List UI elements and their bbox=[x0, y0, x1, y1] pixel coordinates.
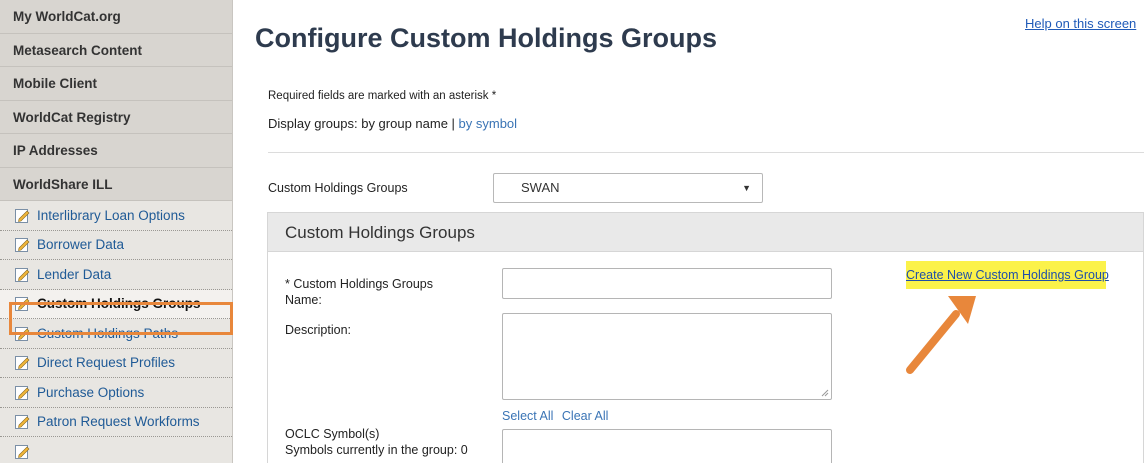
by-symbol-link[interactable]: by symbol bbox=[459, 116, 518, 131]
sidebar: My WorldCat.org Metasearch Content Mobil… bbox=[0, 0, 233, 463]
display-groups-toggle: Display groups: by group name | by symbo… bbox=[268, 116, 517, 131]
sidebar-item-lender-data[interactable]: Lender Data bbox=[0, 260, 232, 290]
edit-icon bbox=[15, 415, 30, 430]
edit-icon bbox=[15, 356, 30, 371]
description-textarea[interactable] bbox=[502, 313, 832, 400]
group-name-label: * Custom Holdings Groups Name: bbox=[285, 277, 433, 307]
sidebar-item-label: Patron Request Workforms bbox=[37, 414, 200, 430]
clear-all-link[interactable]: Clear All bbox=[562, 409, 609, 423]
divider bbox=[268, 152, 1144, 153]
sidebar-item-label: Lender Data bbox=[37, 266, 112, 282]
panel-title: Custom Holdings Groups bbox=[268, 213, 1143, 252]
edit-icon bbox=[15, 238, 30, 253]
custom-holdings-groups-label: Custom Holdings Groups bbox=[268, 181, 408, 195]
required-fields-note: Required fields are marked with an aster… bbox=[268, 90, 497, 102]
sidebar-section-ip-addresses[interactable]: IP Addresses bbox=[0, 134, 232, 168]
sidebar-item-patron-request-workforms[interactable]: Patron Request Workforms bbox=[0, 407, 232, 437]
edit-icon bbox=[15, 267, 30, 282]
sidebar-item-custom-holdings-groups[interactable]: Custom Holdings Groups bbox=[0, 289, 232, 319]
sidebar-section-worldcat-registry[interactable]: WorldCat Registry bbox=[0, 100, 232, 134]
edit-icon bbox=[15, 444, 30, 459]
create-new-group-link[interactable]: Create New Custom Holdings Group bbox=[906, 261, 1109, 289]
oclc-symbols-list[interactable] bbox=[502, 429, 832, 463]
caret-down-icon: ▼ bbox=[742, 183, 751, 193]
edit-icon bbox=[15, 326, 30, 341]
selected-value: SWAN bbox=[521, 180, 560, 195]
sidebar-item-borrower-data[interactable]: Borrower Data bbox=[0, 230, 232, 260]
sidebar-item-label: Interlibrary Loan Options bbox=[37, 207, 185, 223]
sidebar-item-label: Custom Holdings Groups bbox=[37, 296, 201, 312]
description-label: Description: bbox=[285, 323, 351, 337]
main-content: Configure Custom Holdings Groups Help on… bbox=[234, 0, 1144, 463]
sidebar-item-partial[interactable] bbox=[0, 437, 232, 463]
oclc-symbols-label: OCLC Symbol(s) Symbols currently in the … bbox=[285, 427, 468, 457]
sidebar-section-metasearch-content[interactable]: Metasearch Content bbox=[0, 33, 232, 67]
sidebar-item-label: Purchase Options bbox=[37, 384, 145, 400]
sidebar-item-interlibrary-loan-options[interactable]: Interlibrary Loan Options bbox=[0, 201, 232, 231]
display-groups-prefix: Display groups: by group name | bbox=[268, 116, 459, 131]
sidebar-item-label: Direct Request Profiles bbox=[37, 355, 176, 371]
group-name-input[interactable] bbox=[502, 268, 832, 299]
edit-icon bbox=[15, 385, 30, 400]
sidebar-item-direct-request-profiles[interactable]: Direct Request Profiles bbox=[0, 348, 232, 378]
arrow-annotation-icon bbox=[906, 296, 976, 374]
symbol-select-links: Select All Clear All bbox=[502, 409, 608, 423]
edit-icon bbox=[15, 208, 30, 223]
sidebar-section-mobile-client[interactable]: Mobile Client bbox=[0, 67, 232, 101]
sidebar-section-worldshare-ill[interactable]: WorldShare ILL bbox=[0, 167, 232, 201]
sidebar-item-label: Borrower Data bbox=[37, 237, 125, 253]
custom-holdings-groups-select[interactable]: SWAN ▼ bbox=[493, 173, 763, 203]
sidebar-item-purchase-options[interactable]: Purchase Options bbox=[0, 378, 232, 408]
help-link[interactable]: Help on this screen bbox=[1025, 16, 1136, 31]
select-all-link[interactable]: Select All bbox=[502, 409, 553, 423]
sidebar-item-custom-holdings-paths[interactable]: Custom Holdings Paths bbox=[0, 319, 232, 349]
page-title: Configure Custom Holdings Groups bbox=[255, 23, 717, 53]
resize-handle-icon[interactable] bbox=[821, 389, 829, 397]
sidebar-section-my-worldcat[interactable]: My WorldCat.org bbox=[0, 0, 232, 34]
sidebar-item-label: Custom Holdings Paths bbox=[37, 325, 179, 341]
edit-icon bbox=[15, 297, 30, 312]
